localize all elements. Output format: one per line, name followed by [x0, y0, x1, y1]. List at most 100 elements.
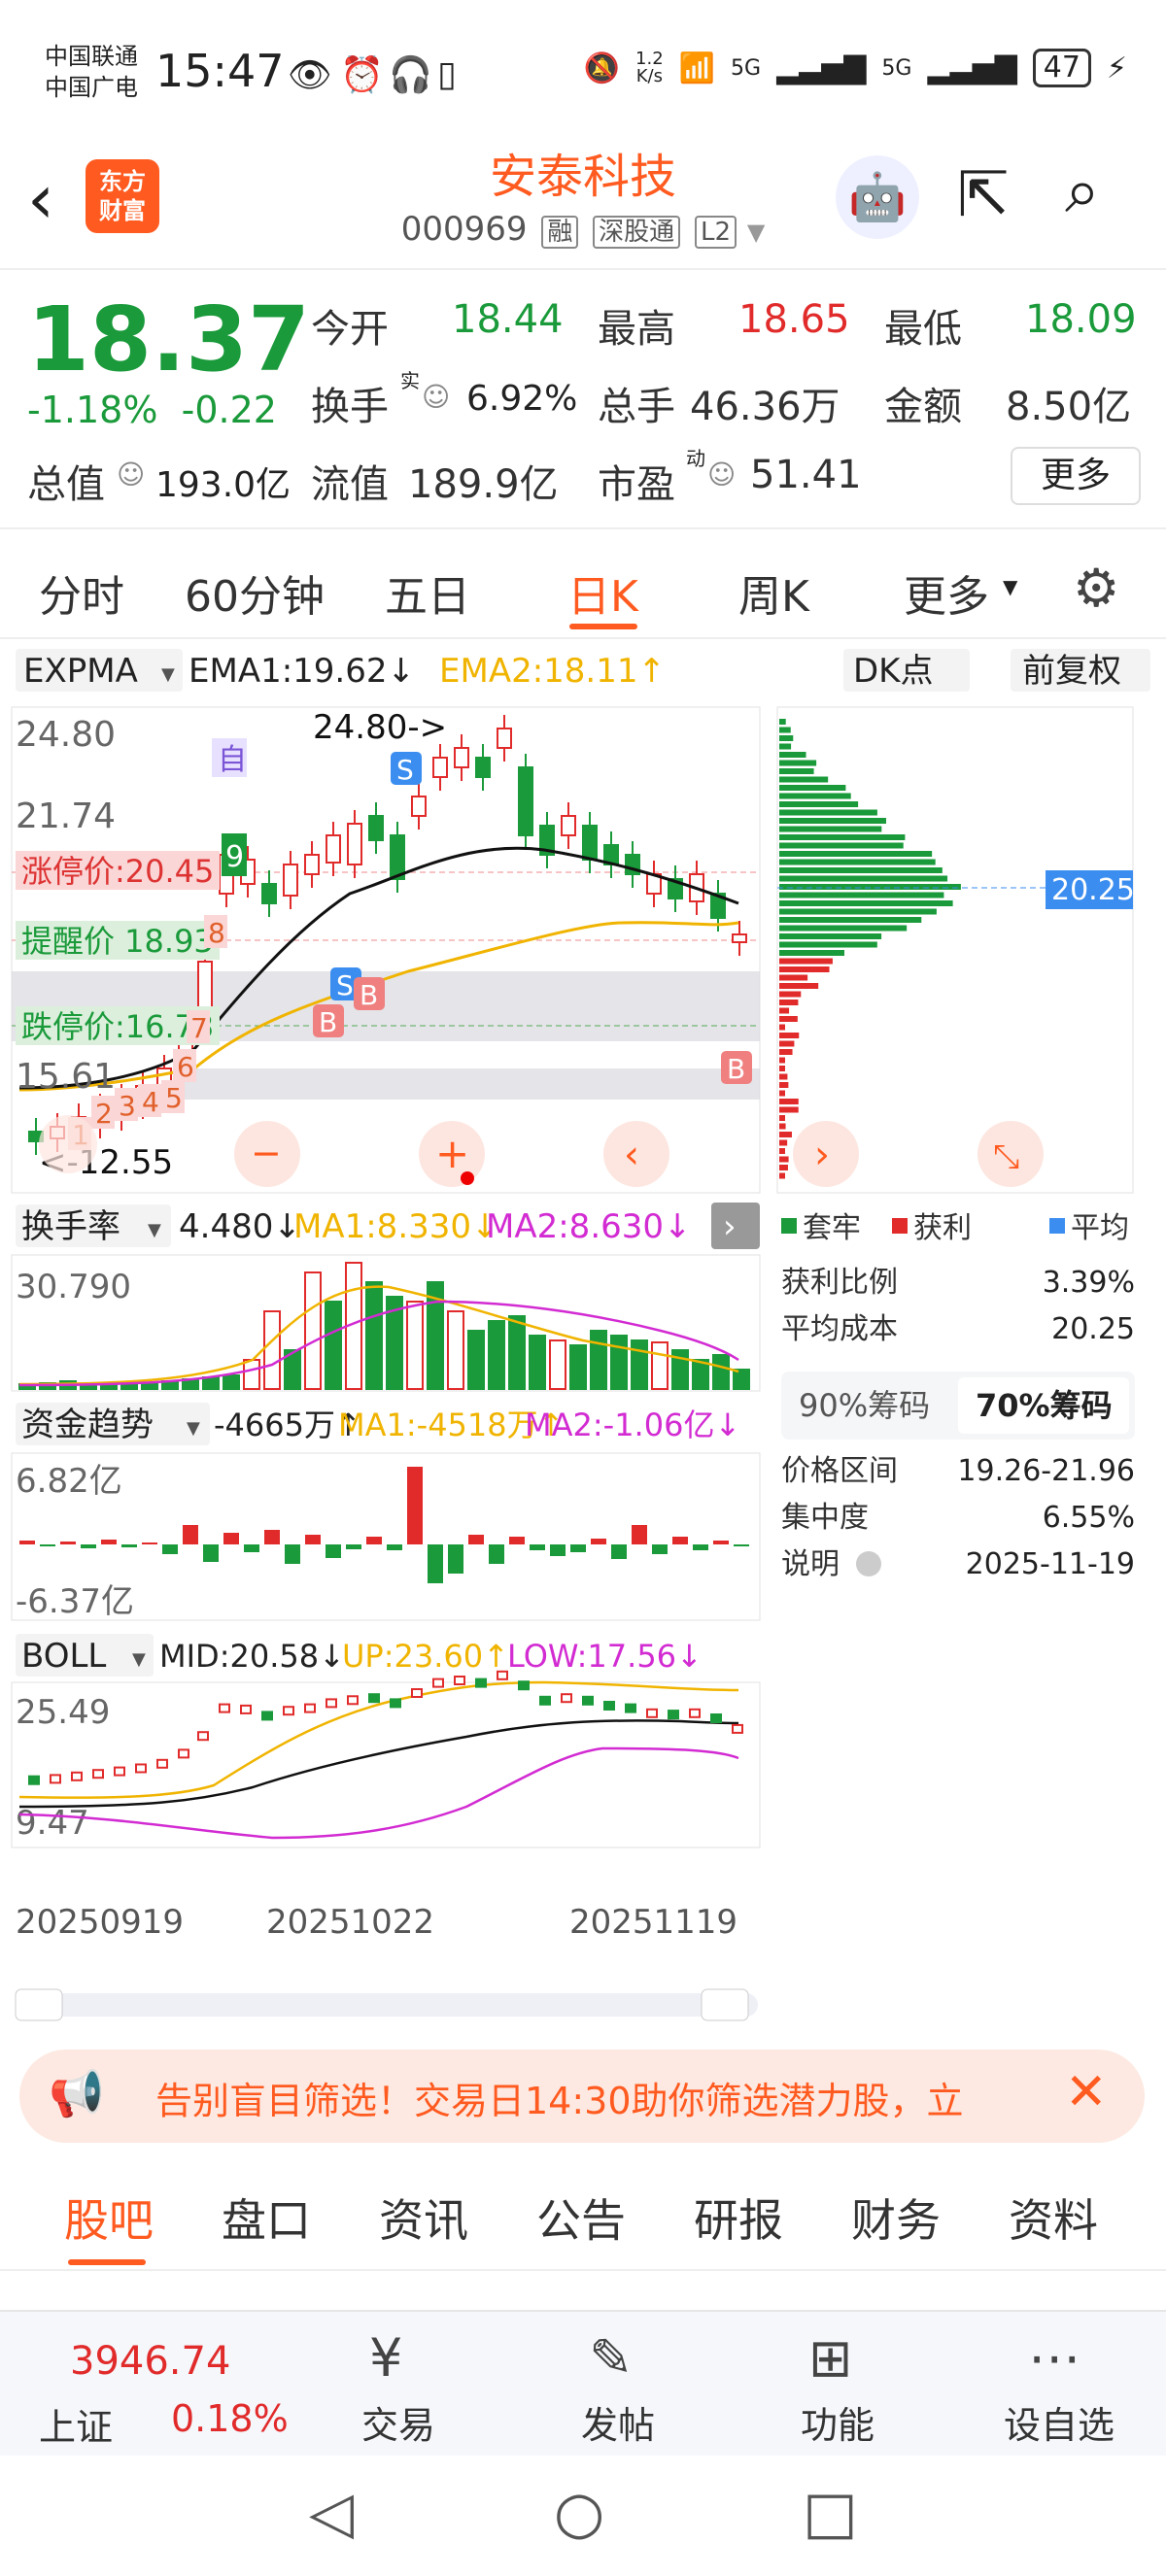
active-tab-indicator — [68, 2259, 146, 2265]
buy-marker-label: B — [360, 979, 378, 1011]
turnover-ma2: MA2:8.630↓ — [486, 1207, 692, 1246]
index-value[interactable]: 3946.74 — [70, 2339, 230, 2384]
scroll-handle-right[interactable] — [702, 1989, 748, 2020]
fund-ma2: MA2:-1.06亿↓ — [525, 1407, 740, 1443]
fund-bar — [611, 1544, 627, 1559]
ema1-label: EMA1:19.62↓ — [189, 652, 415, 691]
tab-more[interactable]: 更多 — [904, 561, 989, 624]
turnover-label: 换手率 — [21, 1207, 120, 1246]
y-tick-2: 21.74 — [16, 797, 116, 836]
chip-bar — [779, 768, 814, 774]
search-icon[interactable]: ⌕ — [1065, 155, 1100, 227]
post-button[interactable]: 发帖 — [550, 2395, 686, 2449]
info-icon[interactable]: ☺ — [707, 458, 736, 491]
sequence-marker-label: 8 — [208, 917, 225, 949]
fund-bar — [632, 1525, 647, 1544]
tab-5day[interactable]: 五日 — [385, 561, 470, 624]
trade-icon[interactable]: ¥ — [369, 2327, 402, 2389]
turnover-sup: 实 — [400, 365, 420, 393]
tab-daily[interactable]: 日K — [567, 561, 638, 624]
grid-icon[interactable]: ⊞ — [808, 2327, 852, 2389]
tab-profile[interactable]: 资料 — [1009, 2186, 1098, 2250]
concentration-label: 集中度 — [781, 1501, 869, 1535]
chip-panel: 20.25 › ⤡ — [777, 707, 1135, 1193]
tab-guba[interactable]: 股吧 — [64, 2186, 154, 2250]
net-label-1: 5G — [731, 56, 761, 81]
boll-candles — [29, 1672, 742, 1784]
pe-value: 51.41 — [750, 453, 862, 497]
chip-bar — [779, 1140, 787, 1146]
chip-bar — [779, 975, 807, 981]
tab-news[interactable]: 资讯 — [379, 2186, 468, 2250]
tab-70-chips[interactable]: 70%筹码 — [976, 1387, 1113, 1424]
boll-candle — [476, 1679, 486, 1687]
robot-assistant-icon[interactable]: 🤖 — [836, 155, 919, 239]
dropdown-icon: ▼ — [132, 1649, 146, 1670]
tab-research[interactable]: 研报 — [694, 2186, 783, 2250]
chip-bar — [779, 810, 877, 816]
trade-button[interactable]: 交易 — [330, 2395, 466, 2449]
chip-bar — [779, 1099, 799, 1104]
plus-icon: + — [435, 1130, 469, 1177]
candle — [412, 797, 426, 816]
chip-bar — [779, 801, 858, 807]
tab-announce[interactable]: 公告 — [536, 2186, 626, 2250]
remind-label: 提醒价 18.93 — [21, 923, 214, 960]
chip-bar — [779, 1148, 785, 1154]
scroll-left-button[interactable] — [39, 1115, 97, 1173]
more-button[interactable]: 更多 — [1011, 447, 1141, 505]
scrollbar-track[interactable] — [16, 1993, 758, 2017]
limit-up-label: 涨停价:20.45 — [21, 853, 214, 890]
chip-bar — [779, 884, 961, 890]
scroll-handle-left[interactable] — [16, 1989, 62, 2020]
function-button[interactable]: 功能 — [770, 2395, 906, 2449]
ema2-label: EMA2:18.11↑ — [439, 652, 666, 691]
sell-marker-label: S — [396, 754, 414, 786]
share-icon[interactable]: ⇱ — [957, 159, 1010, 231]
boll-candle — [136, 1764, 146, 1772]
fund-bar — [428, 1544, 443, 1583]
turnover-bar — [713, 1355, 729, 1389]
chip-bars — [779, 719, 961, 1179]
info-icon[interactable]: ☺ — [117, 458, 145, 491]
tab-60min[interactable]: 60分钟 — [185, 561, 325, 624]
fund-bar — [468, 1535, 484, 1544]
chip-bar — [779, 1025, 785, 1031]
info-icon[interactable] — [856, 1551, 881, 1576]
more-icon[interactable]: ⋯ — [1028, 2327, 1080, 2389]
boll-candle — [669, 1711, 678, 1718]
avg-cost-label: 20.25 — [1051, 873, 1135, 907]
pe-label: 市盈 — [598, 453, 675, 509]
tab-intraday[interactable]: 分时 — [39, 561, 124, 624]
tab-weekly[interactable]: 周K — [738, 561, 809, 624]
home-nav-icon[interactable]: ○ — [554, 2479, 604, 2547]
active-tab-indicator — [569, 624, 637, 629]
boll-candle — [262, 1712, 272, 1719]
recents-nav-icon[interactable]: □ — [803, 2479, 858, 2547]
chip-bar — [779, 752, 806, 758]
fund-label: 资金趋势 — [21, 1406, 154, 1444]
index-name: 上证 — [39, 2397, 113, 2451]
promo-banner[interactable]: 📢 告别盲目筛选！交易日14:30助你筛选潜力股，立 ✕ — [19, 2050, 1145, 2143]
tab-finance[interactable]: 财务 — [851, 2186, 941, 2250]
kline-chart[interactable]: EXPMA ▼ EMA1:19.62↓ EMA2:18.11↑ DK点 前复权 … — [0, 641, 1166, 2050]
open-value: 18.44 — [452, 297, 564, 342]
charging-icon: ⚡ — [1107, 51, 1127, 85]
tab-pankou[interactable]: 盘口 — [222, 2186, 311, 2250]
turnover-bar — [570, 1345, 586, 1389]
alarm-icon: ⏰ — [340, 54, 384, 95]
turnover-bar — [305, 1272, 321, 1389]
gear-icon[interactable]: ⚙ — [1073, 558, 1119, 619]
back-nav-icon[interactable]: ◁ — [309, 2479, 354, 2547]
tab-90-chips[interactable]: 90%筹码 — [799, 1387, 930, 1424]
boll-candle — [604, 1702, 614, 1710]
fund-bar — [570, 1544, 586, 1552]
chip-bar — [779, 983, 818, 989]
edit-icon[interactable]: ✎ — [589, 2327, 633, 2389]
info-icon[interactable]: ☺ — [422, 381, 450, 413]
fund-bar — [19, 1541, 35, 1544]
close-icon[interactable]: ✕ — [1065, 2063, 1108, 2121]
fund-bar — [264, 1530, 280, 1544]
add-watch-button[interactable]: 设自选 — [991, 2395, 1127, 2449]
candle — [562, 816, 575, 835]
